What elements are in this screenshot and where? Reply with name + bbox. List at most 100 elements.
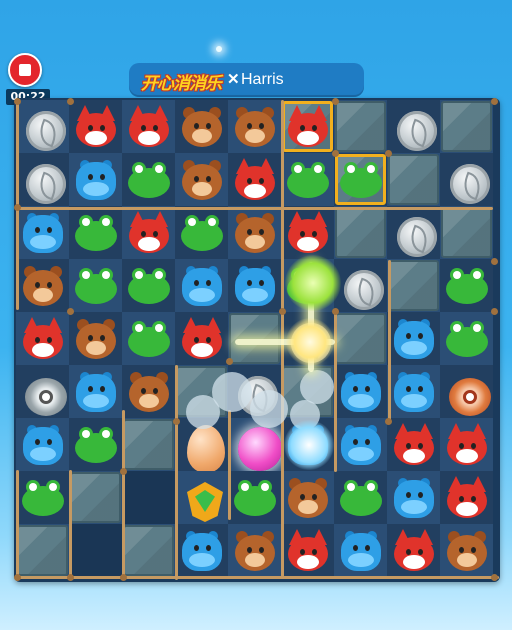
board-cell[interactable]	[122, 365, 175, 418]
board-cell[interactable]	[228, 259, 281, 312]
board-cell[interactable]	[440, 100, 493, 153]
board-cell[interactable]	[281, 471, 334, 524]
board-cell[interactable]	[387, 471, 440, 524]
board-cell[interactable]	[175, 206, 228, 259]
board-cell[interactable]	[440, 471, 493, 524]
board-cell[interactable]	[440, 259, 493, 312]
board-cell[interactable]	[334, 153, 387, 206]
frog-eye-white	[347, 165, 355, 173]
hippo-piece	[232, 264, 278, 308]
board-cell[interactable]	[69, 312, 122, 365]
frog-piece	[126, 158, 172, 202]
board-cell[interactable]	[387, 206, 440, 259]
shield-piece	[179, 476, 225, 522]
board-cell[interactable]	[69, 524, 122, 577]
bear-muzzle	[192, 182, 212, 196]
board-cell[interactable]	[122, 259, 175, 312]
bear-muzzle	[245, 129, 265, 143]
rope-border	[16, 470, 19, 580]
board-cell[interactable]	[122, 312, 175, 365]
board-cell[interactable]	[16, 259, 69, 312]
board-cell[interactable]	[175, 312, 228, 365]
board-cell[interactable]	[69, 206, 122, 259]
board-cell[interactable]	[69, 365, 122, 418]
board-cell[interactable]	[122, 418, 175, 471]
rope-nail	[120, 468, 127, 475]
stone-tile	[335, 207, 386, 258]
board-cell[interactable]	[281, 100, 334, 153]
frog-eye-white	[82, 430, 90, 438]
board-cell[interactable]	[16, 471, 69, 524]
board-cell[interactable]	[334, 418, 387, 471]
board-cell[interactable]	[281, 206, 334, 259]
board-cell[interactable]	[228, 153, 281, 206]
board-cell[interactable]	[334, 100, 387, 153]
board-cell[interactable]	[387, 524, 440, 577]
board-cell[interactable]	[440, 312, 493, 365]
board-cell[interactable]	[175, 153, 228, 206]
fox-muzzle	[244, 184, 266, 198]
board-cell[interactable]	[334, 206, 387, 259]
board-cell[interactable]	[122, 524, 175, 577]
board-cell[interactable]	[387, 365, 440, 418]
board-cell[interactable]	[16, 153, 69, 206]
board-cell[interactable]	[16, 524, 69, 577]
frog-eye	[79, 268, 93, 282]
board-cell[interactable]	[122, 100, 175, 153]
board-cell[interactable]	[122, 153, 175, 206]
fox-piece	[285, 105, 331, 149]
board-cell[interactable]	[16, 312, 69, 365]
board-cell[interactable]	[281, 153, 334, 206]
board-cell[interactable]	[334, 312, 387, 365]
board-cell[interactable]	[16, 418, 69, 471]
board-cell[interactable]	[16, 100, 69, 153]
board-cell[interactable]	[175, 471, 228, 524]
eye	[88, 174, 93, 180]
eye	[88, 125, 93, 131]
fox-muzzle	[85, 131, 107, 145]
board-cell[interactable]	[175, 259, 228, 312]
cannon-red-piece	[444, 370, 491, 416]
board-cell[interactable]	[69, 153, 122, 206]
board-cell[interactable]	[334, 365, 387, 418]
board-cell[interactable]	[440, 524, 493, 577]
board-cell[interactable]	[281, 524, 334, 577]
board-cell[interactable]	[387, 418, 440, 471]
board-cell[interactable]	[175, 524, 228, 577]
eye	[418, 443, 423, 449]
board-cell[interactable]	[387, 312, 440, 365]
board-cell[interactable]	[228, 100, 281, 153]
board-cell[interactable]	[387, 100, 440, 153]
board-cell[interactable]	[16, 206, 69, 259]
board-cell[interactable]	[440, 365, 493, 418]
stone-tile	[70, 472, 121, 523]
eye	[406, 549, 411, 555]
board-cell[interactable]	[334, 259, 387, 312]
board-cell[interactable]	[334, 524, 387, 577]
board-cell[interactable]	[387, 259, 440, 312]
board-cell[interactable]	[69, 418, 122, 471]
board-cell[interactable]	[122, 206, 175, 259]
board-cell[interactable]	[122, 471, 175, 524]
board-cell[interactable]	[228, 471, 281, 524]
board-cell[interactable]	[69, 100, 122, 153]
frog-eye-white	[102, 218, 110, 226]
board-cell[interactable]	[387, 153, 440, 206]
board-cell[interactable]	[440, 206, 493, 259]
board-cell[interactable]	[175, 100, 228, 153]
record-stop-button[interactable]	[8, 53, 42, 87]
frog-eye-white	[102, 430, 110, 438]
player-banner: 开心消消乐 ✕ Harris	[129, 63, 364, 97]
board-cell[interactable]	[334, 471, 387, 524]
board-cell[interactable]	[228, 524, 281, 577]
frog-piece	[338, 476, 384, 520]
board-cell[interactable]	[440, 418, 493, 471]
board-cell[interactable]	[440, 153, 493, 206]
board-cell[interactable]	[16, 365, 69, 418]
board-cell[interactable]	[69, 259, 122, 312]
leaf-icon	[406, 118, 432, 148]
cannon-icon	[449, 378, 491, 416]
hippo-piece	[391, 317, 437, 361]
board-cell[interactable]	[69, 471, 122, 524]
board-cell[interactable]	[228, 206, 281, 259]
